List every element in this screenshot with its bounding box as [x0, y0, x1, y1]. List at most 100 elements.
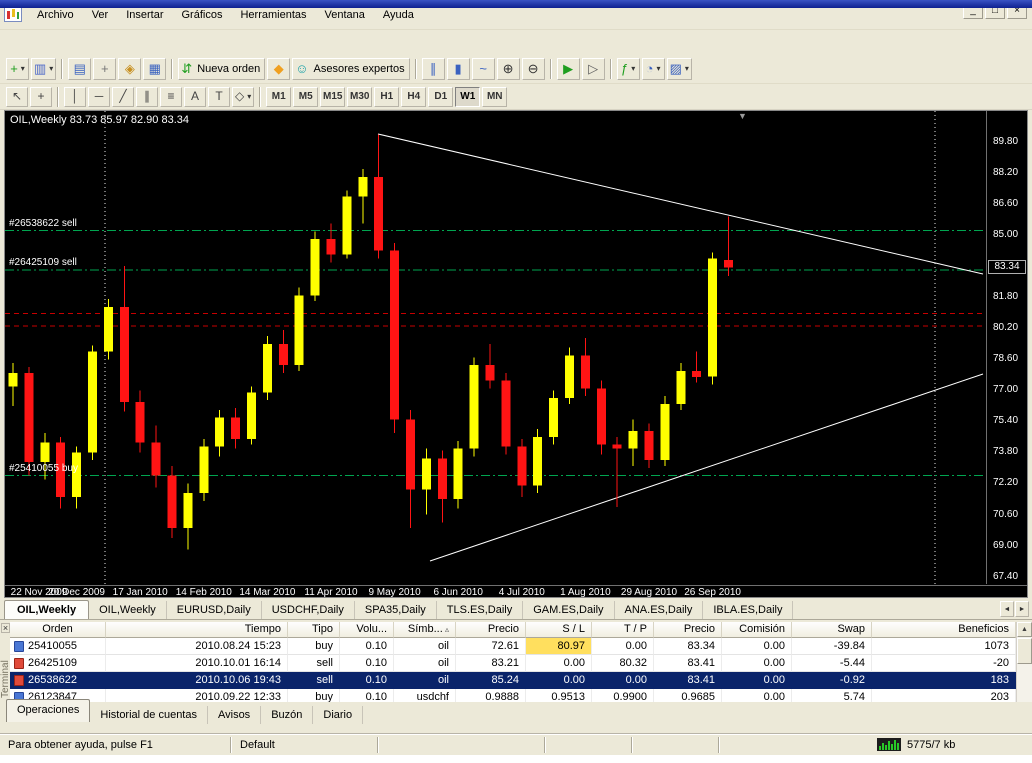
table-row[interactable]: 261238472010.09.22 12:33buy0.10usdchf0.9…: [10, 689, 1016, 702]
dropdown-arrow-icon[interactable]: ▾: [631, 64, 635, 73]
timeframe-m15[interactable]: M15: [320, 87, 345, 107]
trendline-button[interactable]: ╱: [112, 87, 134, 107]
chart-tab-oil-weekly[interactable]: OIL,Weekly: [89, 601, 167, 619]
zoom-out-icon: ⊖: [528, 62, 539, 75]
timeframe-h4[interactable]: H4: [401, 87, 426, 107]
dropdown-arrow-icon[interactable]: ▾: [49, 64, 53, 73]
chart-tab-ibla-es-daily[interactable]: IBLA.ES,Daily: [703, 601, 793, 619]
profiles-button[interactable]: ▥▾: [31, 58, 56, 80]
chart-tab-bar: OIL,WeeklyOIL,WeeklyEURUSD,DailyUSDCHF,D…: [0, 598, 1032, 620]
bars-chart-button[interactable]: ∥: [422, 58, 445, 80]
terminal-tab-historial-de-cuentas[interactable]: Historial de cuentas: [90, 706, 208, 724]
column-header-tipo[interactable]: Tipo: [288, 622, 340, 638]
dropdown-arrow-icon[interactable]: ▾: [685, 64, 689, 73]
tabs-scroll-right-button[interactable]: ►: [1015, 601, 1029, 617]
status-connection-speed: 5775/7 kb: [907, 739, 982, 751]
menu-graficos[interactable]: Gráficos: [173, 6, 232, 24]
vertical-line-button[interactable]: │: [64, 87, 86, 107]
metaeditor-icon: ◆: [274, 62, 284, 75]
menu-ventana[interactable]: Ventana: [316, 6, 374, 24]
channel-button[interactable]: ∥: [136, 87, 158, 107]
terminal-close-button[interactable]: ×: [1, 623, 10, 633]
timeframe-d1[interactable]: D1: [428, 87, 453, 107]
chart-tab-eurusd-daily[interactable]: EURUSD,Daily: [167, 601, 262, 619]
menu-insertar[interactable]: Insertar: [117, 6, 172, 24]
metaeditor-button[interactable]: ◆: [267, 58, 290, 80]
terminal-tab-operaciones[interactable]: Operaciones: [6, 699, 90, 722]
scroll-up-button[interactable]: ▲: [1017, 622, 1032, 637]
chart-tab-tls-es-daily[interactable]: TLS.ES,Daily: [437, 601, 523, 619]
timeframe-m30[interactable]: M30: [347, 87, 372, 107]
timeframe-mn[interactable]: MN: [482, 87, 507, 107]
terminal-tab-avisos[interactable]: Avisos: [208, 706, 261, 724]
time-axis[interactable]: 22 Nov 200920 Dec 200917 Jan 201014 Feb …: [5, 585, 1027, 598]
table-row[interactable]: 265386222010.10.06 19:43sell0.10oil85.24…: [10, 672, 1016, 689]
data-window-button[interactable]: +: [93, 58, 116, 80]
order-number-cell: 26425109: [10, 655, 106, 672]
terminal-tab-diario[interactable]: Diario: [313, 706, 363, 724]
templates-button[interactable]: ▨▾: [667, 58, 692, 80]
column-header-s-l[interactable]: S / L: [526, 622, 592, 638]
terminal-scrollbar[interactable]: ▲: [1016, 622, 1032, 702]
candles-chart-button[interactable]: ▮: [447, 58, 470, 80]
auto-scroll-button[interactable]: ▶: [557, 58, 580, 80]
zoom-out-button[interactable]: ⊖: [522, 58, 545, 80]
dropdown-arrow-icon[interactable]: ▾: [657, 64, 661, 73]
chart-tab-spa35-daily[interactable]: SPA35,Daily: [355, 601, 437, 619]
market-watch-button[interactable]: ▤: [68, 58, 91, 80]
line-chart-button[interactable]: ~: [472, 58, 495, 80]
menu-herramientas[interactable]: Herramientas: [231, 6, 315, 24]
column-header-orden[interactable]: Orden: [10, 622, 106, 638]
column-header-comision[interactable]: Comisión: [722, 622, 792, 638]
menu-ayuda[interactable]: Ayuda: [374, 6, 423, 24]
menu-ver[interactable]: Ver: [83, 6, 118, 24]
new-chart-button[interactable]: +▾: [6, 58, 29, 80]
chart-tab-usdchf-daily[interactable]: USDCHF,Daily: [262, 601, 355, 619]
terminal-button[interactable]: ▦: [143, 58, 166, 80]
indicators-button[interactable]: ƒ▾: [617, 58, 640, 80]
table-row[interactable]: 264251092010.10.01 16:14sell0.10oil83.21…: [10, 655, 1016, 672]
chart-shift-button[interactable]: ▷: [582, 58, 605, 80]
text-label-button[interactable]: T: [208, 87, 230, 107]
column-header-simb[interactable]: Símb... ▵: [394, 622, 456, 638]
horizontal-line-button[interactable]: ─: [88, 87, 110, 107]
timeframe-w1[interactable]: W1: [455, 87, 480, 107]
timeframe-h1[interactable]: H1: [374, 87, 399, 107]
column-header-beneficios[interactable]: Beneficios: [872, 622, 1016, 638]
zoom-in-button[interactable]: ⊕: [497, 58, 520, 80]
periods-button[interactable]: ◔▾: [642, 58, 665, 80]
fibonacci-button[interactable]: ≡: [160, 87, 182, 107]
chart-shift-icon: ▷: [588, 62, 598, 75]
dropdown-arrow-icon[interactable]: ▾: [247, 92, 251, 101]
column-header-t-p[interactable]: T / P: [592, 622, 654, 638]
column-header-tiempo[interactable]: Tiempo: [106, 622, 288, 638]
column-header-precio[interactable]: Precio: [456, 622, 526, 638]
crosshair-button[interactable]: +: [30, 87, 52, 107]
dropdown-arrow-icon[interactable]: ▾: [21, 64, 25, 73]
status-divider: [377, 737, 379, 753]
nueva-orden-button[interactable]: ⇵Nueva orden: [178, 58, 265, 80]
column-header-precio[interactable]: Precio: [654, 622, 722, 638]
table-row[interactable]: 254100552010.08.24 15:23buy0.10oil72.618…: [10, 638, 1016, 655]
navigator-button[interactable]: ◈: [118, 58, 141, 80]
chart-tab-ana-es-daily[interactable]: ANA.ES,Daily: [615, 601, 704, 619]
price-axis[interactable]: 83.34 89.8088.2086.6085.0081.8080.2078.6…: [987, 111, 1028, 584]
chart-canvas[interactable]: OIL,Weekly 83.73 85.97 82.90 83.34 ▼ #26…: [5, 111, 986, 584]
chart-tab-gam-es-daily[interactable]: GAM.ES,Daily: [523, 601, 614, 619]
arrows-button[interactable]: ◇▾: [232, 87, 254, 107]
price-axis-label: 78.60: [993, 353, 1018, 364]
timeframe-m5[interactable]: M5: [293, 87, 318, 107]
status-profile[interactable]: Default: [232, 739, 377, 751]
menu-archivo[interactable]: Archivo: [28, 6, 83, 24]
column-header-swap[interactable]: Swap: [792, 622, 872, 638]
timeframe-m1[interactable]: M1: [266, 87, 291, 107]
column-header-volu[interactable]: Volu...: [340, 622, 394, 638]
chart-shift-marker-icon[interactable]: ▼: [738, 111, 747, 121]
chart-tab-oil-weekly[interactable]: OIL,Weekly: [4, 600, 89, 619]
text-button[interactable]: A: [184, 87, 206, 107]
scrollbar-thumb[interactable]: [1017, 638, 1032, 664]
terminal-tab-buzon[interactable]: Buzón: [261, 706, 313, 724]
asesores-expertos-button[interactable]: ☺Asesores expertos: [292, 58, 409, 80]
cursor-button[interactable]: ↖: [6, 87, 28, 107]
tabs-scroll-left-button[interactable]: ◄: [1000, 601, 1014, 617]
